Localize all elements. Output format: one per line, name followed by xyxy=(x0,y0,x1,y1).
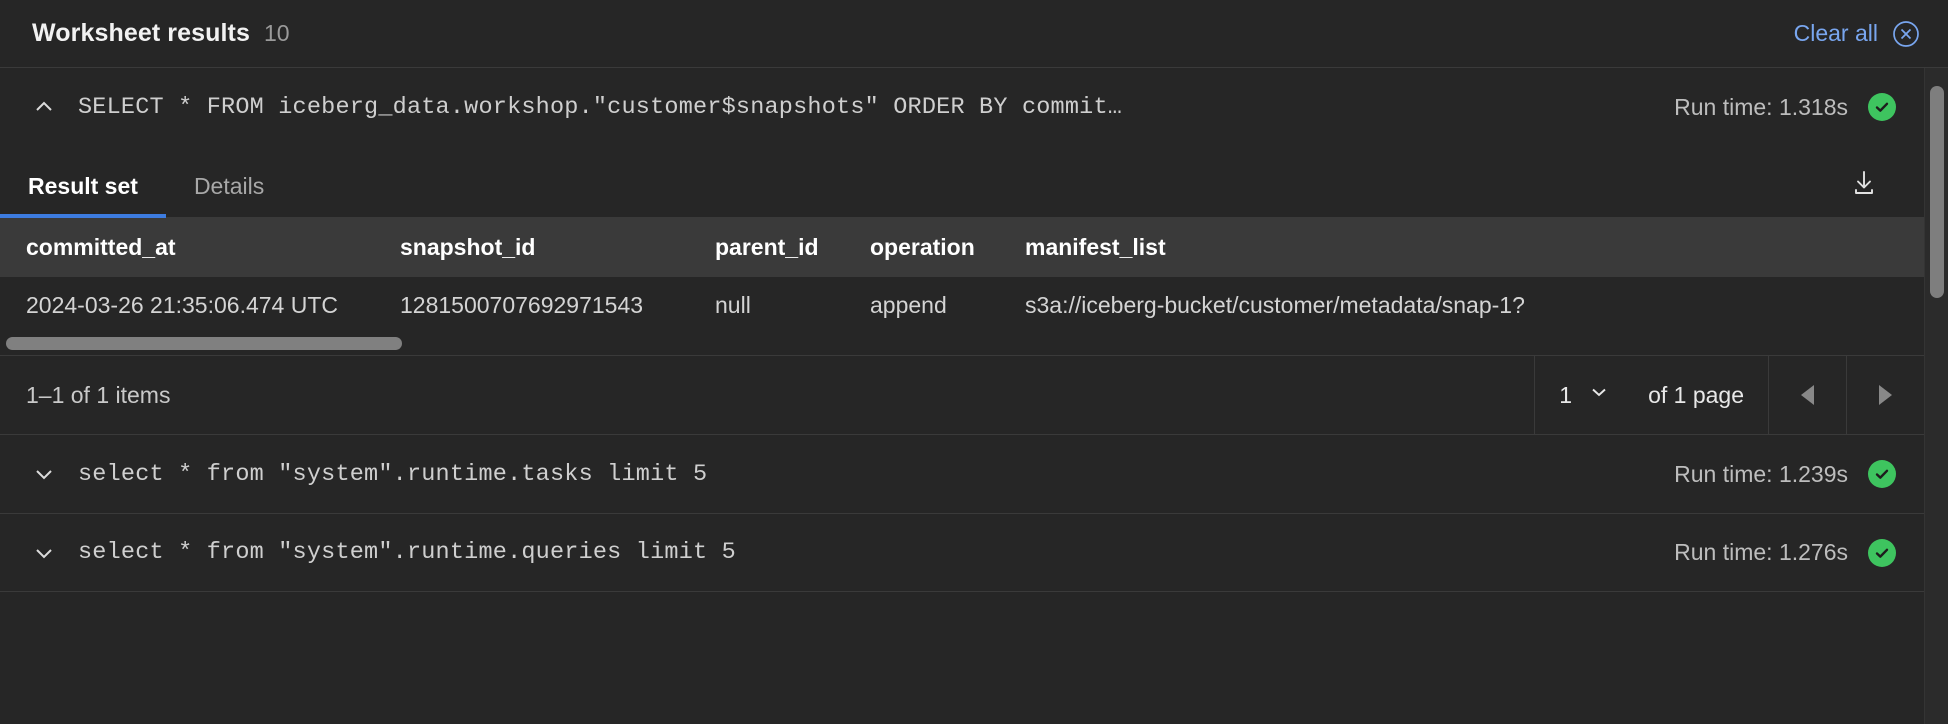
collapsed-query-row-tasks[interactable]: select * from "system".runtime.tasks lim… xyxy=(0,435,1924,513)
page-title: Worksheet results xyxy=(32,19,250,47)
table-row[interactable]: 2024-03-26 21:35:06.474 UTC 128150070769… xyxy=(0,277,1925,333)
chevron-up-icon[interactable] xyxy=(24,95,64,119)
collapsed-query-runtime: Run time: 1.276s xyxy=(1674,539,1848,565)
expanded-query-sql: SELECT * FROM iceberg_data.workshop."cus… xyxy=(78,93,1123,121)
column-header-parent-id[interactable]: parent_id xyxy=(715,218,870,277)
tab-details[interactable]: Details xyxy=(166,173,292,218)
table-header-row: committed_at snapshot_id parent_id opera… xyxy=(0,218,1925,277)
result-table-body: 2024-03-26 21:35:06.474 UTC 128150070769… xyxy=(0,277,1925,333)
page-number-select[interactable]: 1 of 1 page xyxy=(1534,356,1768,434)
table-horizontal-scrollbar-thumb[interactable] xyxy=(6,337,402,350)
check-circle-icon xyxy=(1868,460,1896,488)
chevron-down-icon[interactable] xyxy=(1588,381,1610,409)
chevron-down-icon[interactable] xyxy=(24,462,64,486)
close-circle-icon[interactable] xyxy=(1892,20,1920,48)
cell-parent-id: null xyxy=(715,277,870,333)
cell-operation: append xyxy=(870,277,1025,333)
page-number-value: 1 xyxy=(1559,381,1573,408)
pagination-items-label: 1–1 of 1 items xyxy=(26,381,171,408)
results-count-badge: 10 xyxy=(263,20,290,46)
chevron-down-icon[interactable] xyxy=(24,541,64,565)
pagination-bar: 1–1 of 1 items 1 of 1 page xyxy=(0,355,1924,435)
column-header-operation[interactable]: operation xyxy=(870,218,1025,277)
triangle-left-icon xyxy=(1801,385,1814,405)
next-page-button[interactable] xyxy=(1846,356,1924,434)
check-circle-icon xyxy=(1868,538,1896,567)
results-vertical-scrollbar-thumb[interactable] xyxy=(1930,86,1944,298)
cell-committed-at: 2024-03-26 21:35:06.474 UTC xyxy=(0,277,400,333)
prev-page-button[interactable] xyxy=(1768,356,1846,434)
expanded-query-runtime: Run time: 1.318s xyxy=(1674,93,1848,120)
results-content: SELECT * FROM iceberg_data.workshop."cus… xyxy=(0,68,1925,724)
results-vertical-scrollbar[interactable] xyxy=(1924,68,1948,724)
collapsed-query-sql: select * from "system".runtime.queries l… xyxy=(78,539,736,566)
column-header-snapshot-id[interactable]: snapshot_id xyxy=(400,218,715,277)
result-table-head: committed_at snapshot_id parent_id opera… xyxy=(0,218,1925,277)
results-scroll-body: SELECT * FROM iceberg_data.workshop."cus… xyxy=(0,68,1948,724)
expanded-query-row[interactable]: SELECT * FROM iceberg_data.workshop."cus… xyxy=(0,68,1924,146)
cell-snapshot-id: 1281500707692971543 xyxy=(400,277,715,333)
column-header-manifest-list[interactable]: manifest_list xyxy=(1025,218,1925,277)
result-tabs-bar: Result set Details xyxy=(0,146,1924,218)
column-header-committed-at[interactable]: committed_at xyxy=(0,218,400,277)
of-pages-label: of 1 page xyxy=(1648,381,1744,408)
collapsed-query-runtime: Run time: 1.239s xyxy=(1674,460,1848,487)
download-icon[interactable] xyxy=(1842,161,1886,205)
page-select-control[interactable]: 1 xyxy=(1559,381,1620,409)
check-circle-icon xyxy=(1868,93,1896,121)
triangle-right-icon xyxy=(1879,385,1892,405)
worksheet-results-panel: Worksheet results 10 Clear all SELECT * … xyxy=(0,0,1948,724)
tab-result-set[interactable]: Result set xyxy=(0,173,166,218)
tabs-group: Result set Details xyxy=(0,146,292,218)
cell-manifest-list: s3a://iceberg-bucket/customer/metadata/s… xyxy=(1025,277,1925,333)
result-table-wrap: committed_at snapshot_id parent_id opera… xyxy=(0,218,1925,333)
collapsed-query-row-queries[interactable]: select * from "system".runtime.queries l… xyxy=(0,513,1924,591)
collapsed-query-sql: select * from "system".runtime.tasks lim… xyxy=(78,460,708,488)
next-query-row-partial[interactable] xyxy=(0,591,1924,669)
result-table: committed_at snapshot_id parent_id opera… xyxy=(0,218,1925,333)
panel-header: Worksheet results 10 Clear all xyxy=(0,0,1948,68)
clear-all-button[interactable]: Clear all xyxy=(1794,20,1920,48)
clear-all-label: Clear all xyxy=(1793,20,1878,46)
table-horizontal-scrollbar[interactable] xyxy=(0,333,1924,355)
